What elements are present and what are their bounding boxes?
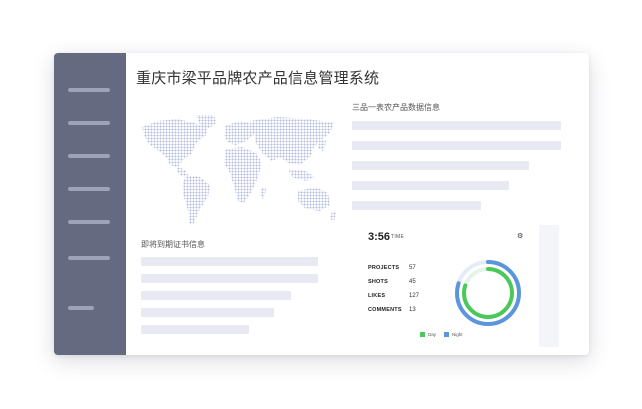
legend-night-swatch <box>444 332 449 338</box>
product-info-section-title: 三品一表农产品数据信息 <box>352 103 440 112</box>
sidebar-item-7[interactable] <box>68 306 94 310</box>
expiring-placeholder-line <box>141 325 249 334</box>
stat-label-projects: PROJECTS <box>368 265 400 271</box>
main-content: 重庆市梁平品牌农产品信息管理系统 三品一表农产品数据信息 即将到期证书信息 3:… <box>126 53 589 355</box>
sidebar-item-6[interactable] <box>68 256 110 260</box>
stat-label-comments: COMMENTS <box>368 307 402 313</box>
expiring-placeholder-line <box>141 291 291 300</box>
stat-value-shots: 45 <box>409 279 416 285</box>
stat-value-projects: 57 <box>409 265 416 271</box>
sidebar-item-3[interactable] <box>68 154 110 158</box>
page-title: 重庆市梁平品牌农产品信息管理系统 <box>136 70 380 87</box>
sidebar-item-5[interactable] <box>68 220 110 224</box>
sidebar-item-1[interactable] <box>68 88 110 92</box>
sidebar-item-4[interactable] <box>68 187 110 191</box>
app-window: 重庆市梁平品牌农产品信息管理系统 三品一表农产品数据信息 即将到期证书信息 3:… <box>54 53 589 355</box>
stat-value-comments: 13 <box>409 307 416 313</box>
time-value: 3:56 <box>368 231 391 243</box>
sidebar-item-2[interactable] <box>68 121 110 125</box>
legend-day: Day <box>420 332 437 338</box>
product-info-placeholder-line <box>352 201 481 210</box>
expiring-placeholder-line <box>141 308 274 317</box>
product-info-placeholder-line <box>352 121 561 130</box>
stat-label-shots: SHOTS <box>368 279 388 285</box>
product-info-placeholder-line <box>352 141 561 150</box>
legend-day-label: Day <box>428 332 437 337</box>
day-night-ring-chart <box>455 260 521 326</box>
expiring-placeholder-line <box>141 257 318 266</box>
expiring-section-title: 即将到期证书信息 <box>141 240 205 249</box>
expiring-placeholder-line <box>141 274 318 283</box>
legend-night-label: Night <box>452 332 463 337</box>
time-label: TIME <box>391 234 405 240</box>
product-info-placeholder-line <box>352 181 509 190</box>
world-map-image <box>142 115 336 225</box>
stat-value-likes: 127 <box>409 293 420 299</box>
legend-day-swatch <box>420 332 425 338</box>
stat-label-likes: LIKES <box>368 293 386 299</box>
stats-widget: 3:56 TIME ⚙ PROJECTS 57 SHOTS 45 LIKES 1… <box>358 225 536 347</box>
gear-icon[interactable]: ⚙ <box>517 232 523 240</box>
product-info-placeholder-line <box>352 161 529 170</box>
sidebar <box>54 53 126 355</box>
legend-night: Night <box>444 332 463 338</box>
side-panel <box>539 225 559 347</box>
